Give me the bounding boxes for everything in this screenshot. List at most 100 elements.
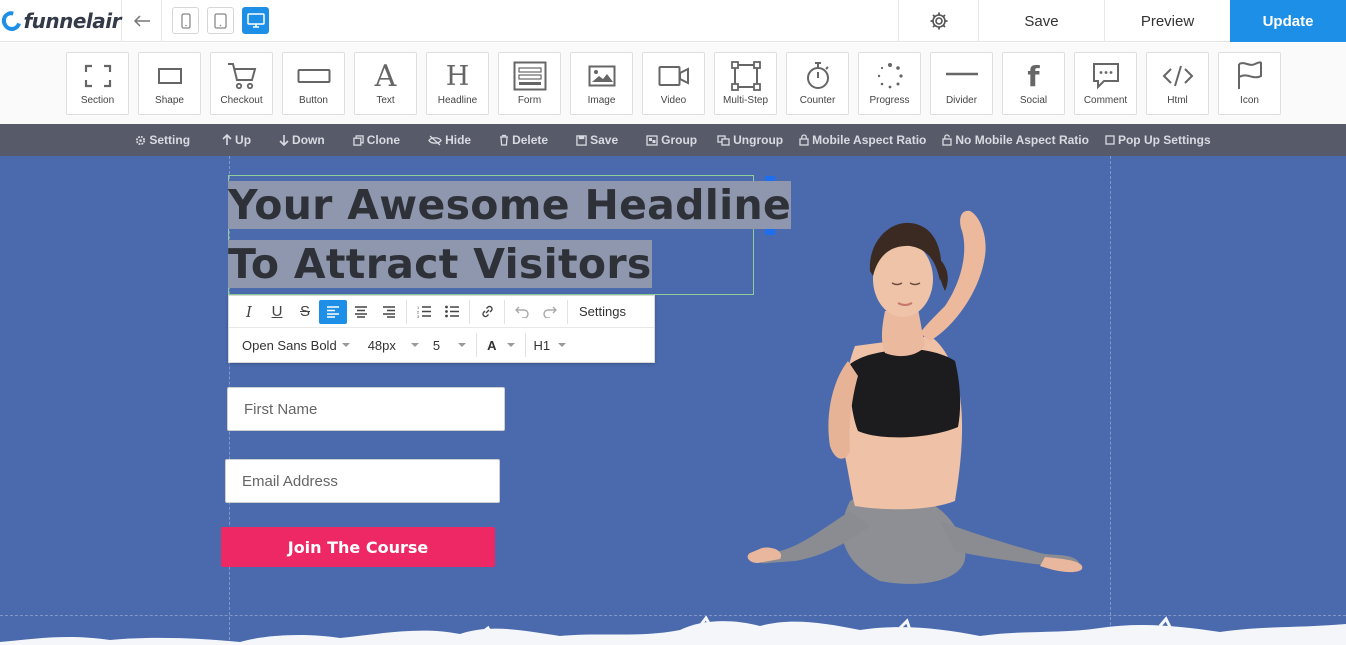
save-button[interactable]: Save [978,0,1104,42]
clone-icon [352,134,364,146]
first-name-input[interactable]: First Name [227,387,505,431]
separator [504,299,505,324]
square-icon [1105,135,1115,145]
line-height-value: 5 [432,337,441,353]
join-course-button[interactable]: Join The Course [221,527,495,567]
palette-item-shape[interactable]: Shape [138,52,201,115]
palette-label: Checkout [220,95,263,106]
undo-button[interactable] [508,300,536,324]
mobile-view-button[interactable] [172,7,199,34]
logo[interactable]: funnelair [0,0,122,42]
back-button[interactable] [122,0,162,42]
group-icon [646,134,658,146]
palette-item-video[interactable]: Video [642,52,705,115]
progress-icon [877,63,903,89]
toolbar-up[interactable]: Up [214,133,259,147]
tablet-view-button[interactable] [207,7,234,34]
toolbar-delete[interactable]: Delete [491,133,556,147]
top-bar: funnelair Save Preview Update [0,0,1346,42]
palette-item-image[interactable]: Image [570,52,633,115]
palette-item-comment[interactable]: Comment [1074,52,1137,115]
toolbar-label: Hide [445,133,472,147]
undo-icon [515,306,529,318]
toolbar-hide[interactable]: Hide [420,133,479,147]
palette-item-divider[interactable]: Divider [930,52,993,115]
logo-text: funnelair [23,8,121,33]
toolbar-group[interactable]: Group [638,133,705,147]
strikethrough-button[interactable]: S [291,300,319,324]
headline-line-1: Your Awesome Headline [228,181,792,229]
font-size-value: 48px [367,337,396,353]
toolbar-no-mobile-aspect-ratio[interactable]: No Mobile Aspect Ratio [934,133,1097,147]
palette-item-form[interactable]: Form [498,52,561,115]
font-family-dropdown[interactable]: Open Sans Bold [242,338,350,353]
palette-item-progress[interactable]: Progress [858,52,921,115]
palette-item-social[interactable]: f Social [1002,52,1065,115]
font-size-dropdown[interactable]: 48px [368,338,419,353]
palette-item-text[interactable]: A Text [354,52,417,115]
palette-item-section[interactable]: Section [66,52,129,115]
palette-label: Multi-Step [722,95,768,106]
settings-button[interactable] [898,0,978,42]
email-input[interactable]: Email Address [225,459,500,503]
italic-icon: I [246,302,252,321]
yoga-woman-image[interactable] [740,201,1090,591]
palette-item-html[interactable]: Html [1146,52,1209,115]
chevron-down-icon [458,343,467,347]
palette-label: Image [587,95,616,106]
toolbar-mobile-aspect-ratio[interactable]: Mobile Aspect Ratio [791,133,934,147]
palette-item-icon[interactable]: Icon [1218,52,1281,115]
palette-item-counter[interactable]: Counter [786,52,849,115]
toolbar-down[interactable]: Down [271,133,333,147]
form-icon [513,61,546,91]
align-center-button[interactable] [347,300,375,324]
palette-label: Section [80,95,115,106]
rich-text-toolbar: I U S 123 Settings Open Sans Bold 48px 5… [228,295,655,363]
palette-label: Text [376,95,395,106]
svg-text:3: 3 [417,314,420,318]
toolbar-clone[interactable]: Clone [345,133,408,147]
align-left-button[interactable] [319,299,347,324]
redo-button[interactable] [536,300,564,324]
tablet-icon [214,12,227,29]
link-button[interactable] [473,300,501,324]
toolbar-label: Clone [366,133,401,147]
underline-button[interactable]: U [263,300,291,324]
guide-line [1110,156,1111,645]
unlock-icon [942,134,953,146]
desktop-view-button[interactable] [242,7,269,34]
section-icon [84,64,111,88]
italic-button[interactable]: I [235,300,263,324]
palette-item-button[interactable]: Button [282,52,345,115]
element-palette: Section Shape Checkout Button A Text H H… [0,43,1346,124]
line-height-dropdown[interactable]: 5 [432,337,467,353]
text-color-dropdown[interactable]: A [487,338,515,353]
headline-icon: H [445,60,470,92]
toolbar-label: Setting [149,133,191,147]
editor-canvas[interactable]: Your Awesome Headline To Attract Visitor… [0,156,1346,645]
toolbar-setting[interactable]: Setting [127,133,198,147]
strikethrough-icon: S [299,303,310,320]
heading-level-dropdown[interactable]: H1 [534,338,567,353]
palette-item-multi-step[interactable]: Multi-Step [714,52,777,115]
toolbar-save[interactable]: Save [568,133,626,147]
stopwatch-icon [806,62,829,89]
toolbar-ungroup[interactable]: Ungroup [709,133,791,147]
palette-item-headline[interactable]: H Headline [426,52,489,115]
toolbar-label: Save [590,133,619,147]
ordered-list-button[interactable]: 123 [410,300,438,324]
headline-text[interactable]: Your Awesome Headline To Attract Visitor… [228,176,792,294]
bullet-list-button[interactable] [438,300,466,324]
separator [469,299,470,324]
lock-icon [799,134,809,146]
splash-decoration [0,616,1346,645]
rte-settings-button[interactable]: Settings [571,304,626,319]
toolbar-label: Down [292,133,325,147]
palette-item-checkout[interactable]: Checkout [210,52,273,115]
image-icon [588,65,615,87]
align-right-button[interactable] [375,300,403,324]
update-button[interactable]: Update [1230,0,1346,42]
toolbar-pop-up-settings[interactable]: Pop Up Settings [1097,133,1219,147]
element-toolbar: Setting Up Down Clone Hide Delete Save G… [0,124,1346,156]
preview-button[interactable]: Preview [1104,0,1230,42]
